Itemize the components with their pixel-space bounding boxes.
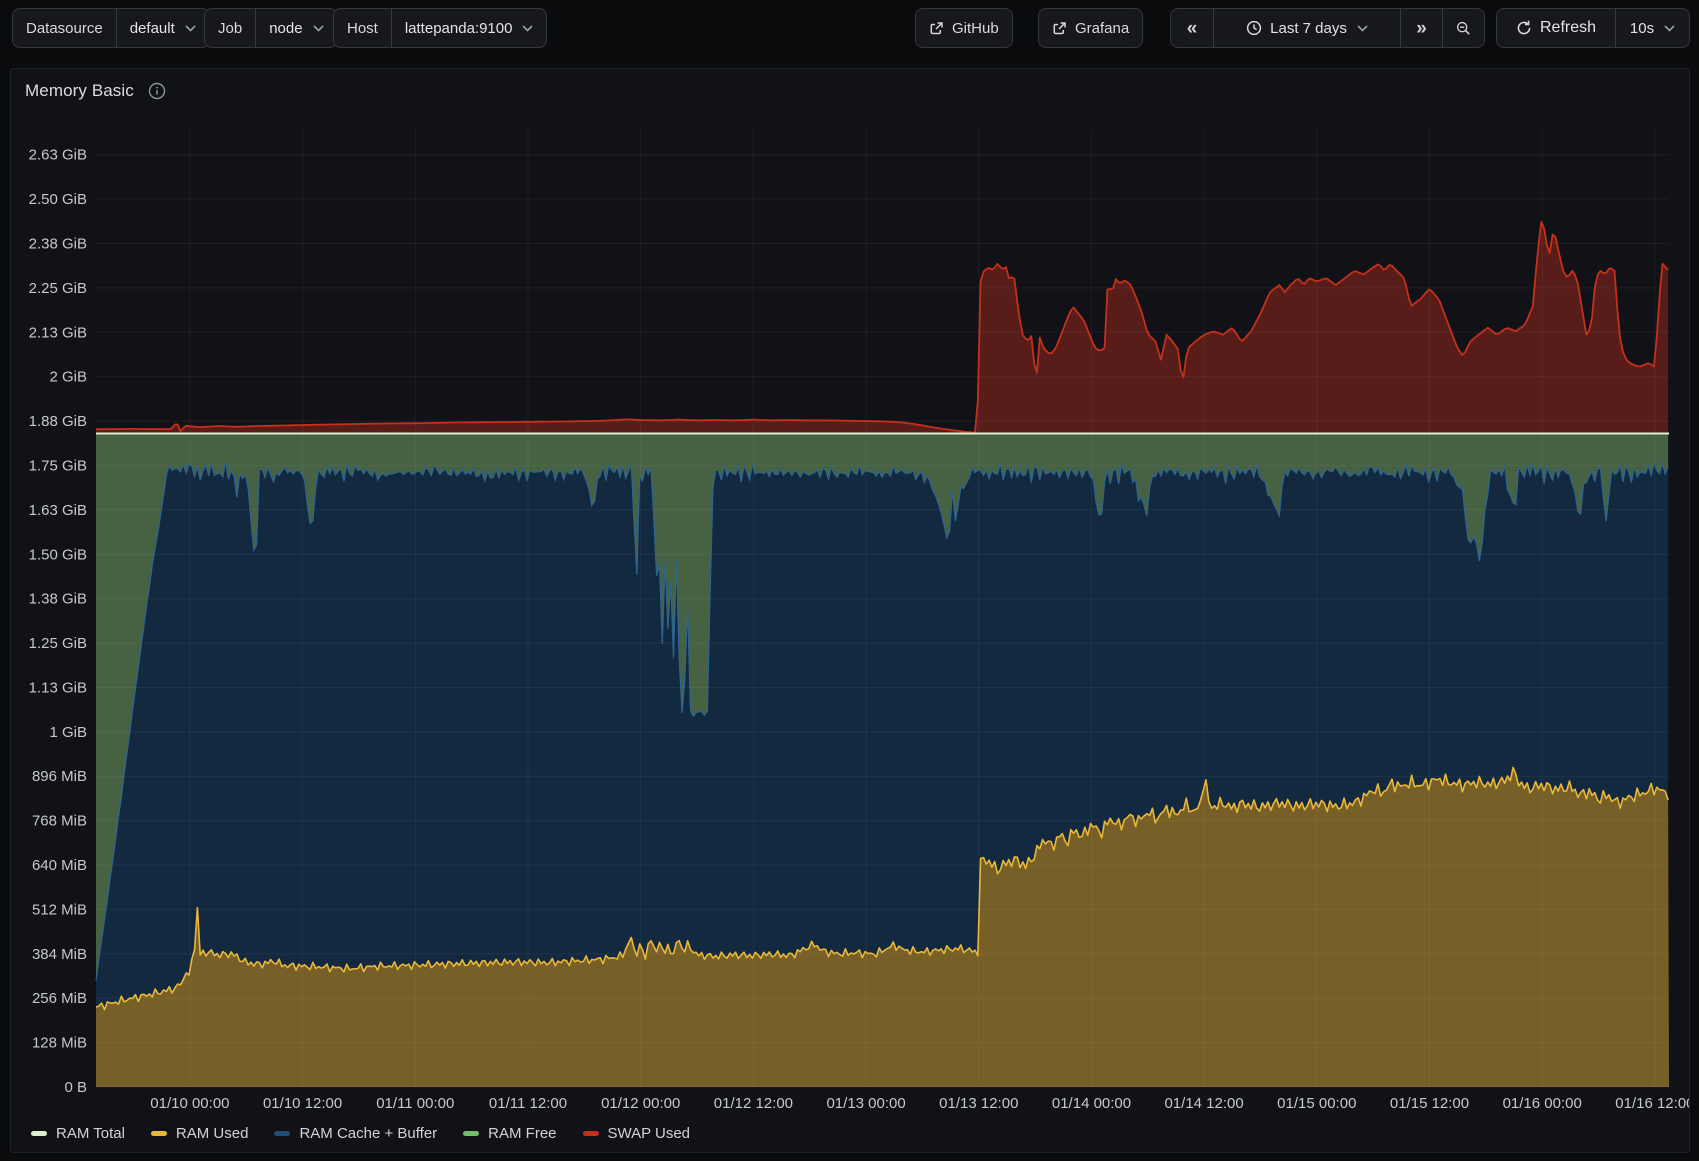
svg-text:384 MiB: 384 MiB xyxy=(32,946,87,963)
chart-legend: RAM Total RAM Used RAM Cache + Buffer RAM F… xyxy=(31,1121,690,1145)
svg-text:01/10 00:00: 01/10 00:00 xyxy=(150,1095,229,1111)
memory-chart-svg: 2.63 GiB 2.50 GiB 2.38 GiB 2.25 GiB 2.13 GiB… xyxy=(11,111,1689,1111)
time-shift-back-button[interactable]: « xyxy=(1171,9,1213,47)
variable-host-label: Host xyxy=(334,9,391,47)
variable-datasource-label: Datasource xyxy=(13,9,116,47)
legend-swatch-icon xyxy=(463,1131,479,1136)
svg-text:01/12 12:00: 01/12 12:00 xyxy=(714,1095,793,1111)
svg-text:2 GiB: 2 GiB xyxy=(49,369,87,386)
legend-label: SWAP Used xyxy=(608,1125,691,1142)
legend-swatch-icon xyxy=(151,1131,167,1136)
svg-text:1.63 GiB: 1.63 GiB xyxy=(29,502,87,519)
legend-item-ram-total[interactable]: RAM Total xyxy=(31,1125,125,1142)
svg-text:1.13 GiB: 1.13 GiB xyxy=(29,680,87,697)
panel-title: Memory Basic xyxy=(25,81,134,101)
github-link-button[interactable]: GitHub xyxy=(915,8,1013,48)
svg-text:640 MiB: 640 MiB xyxy=(32,857,87,874)
svg-text:2.25 GiB: 2.25 GiB xyxy=(29,280,87,297)
svg-text:01/12 00:00: 01/12 00:00 xyxy=(601,1095,680,1111)
svg-text:256 MiB: 256 MiB xyxy=(32,990,87,1007)
external-link-icon xyxy=(929,21,944,36)
svg-text:1 GiB: 1 GiB xyxy=(49,724,87,741)
chevron-down-icon xyxy=(185,25,196,32)
time-series-plot[interactable]: 2.63 GiB 2.50 GiB 2.38 GiB 2.25 GiB 2.13 GiB… xyxy=(11,111,1689,1111)
legend-item-swap-used[interactable]: SWAP Used xyxy=(583,1125,691,1142)
svg-text:01/15 12:00: 01/15 12:00 xyxy=(1390,1095,1469,1111)
magnifier-minus-icon xyxy=(1456,20,1471,37)
svg-text:2.38 GiB: 2.38 GiB xyxy=(29,236,87,253)
time-picker-group: « Last 7 days » xyxy=(1170,8,1485,48)
legend-item-ram-free[interactable]: RAM Free xyxy=(463,1125,556,1142)
svg-text:01/11 12:00: 01/11 12:00 xyxy=(489,1095,567,1111)
svg-text:01/14 00:00: 01/14 00:00 xyxy=(1052,1095,1131,1111)
time-range-picker[interactable]: Last 7 days xyxy=(1213,9,1400,47)
variable-datasource-select[interactable]: default xyxy=(116,9,209,47)
svg-text:01/14 12:00: 01/14 12:00 xyxy=(1164,1095,1243,1111)
svg-text:1.25 GiB: 1.25 GiB xyxy=(29,635,87,652)
chevron-down-icon xyxy=(522,25,533,32)
svg-text:01/13 12:00: 01/13 12:00 xyxy=(939,1095,1018,1111)
variable-datasource: Datasource default xyxy=(12,8,210,48)
external-link-icon xyxy=(1052,21,1067,36)
refresh-label: Refresh xyxy=(1540,19,1596,37)
svg-text:2.50 GiB: 2.50 GiB xyxy=(29,191,87,208)
refresh-group: Refresh 10s xyxy=(1496,8,1690,48)
svg-text:2.63 GiB: 2.63 GiB xyxy=(29,147,87,164)
legend-label: RAM Used xyxy=(176,1125,249,1142)
legend-swatch-icon xyxy=(274,1131,290,1136)
svg-text:2.13 GiB: 2.13 GiB xyxy=(29,324,87,341)
info-icon[interactable] xyxy=(148,82,166,100)
variable-job-select[interactable]: node xyxy=(255,9,336,47)
time-range-label: Last 7 days xyxy=(1270,20,1347,37)
refresh-button[interactable]: Refresh xyxy=(1497,9,1615,47)
chevron-down-icon xyxy=(313,25,324,32)
memory-basic-panel: Memory Basic 2.63 GiB 2.50 GiB 2.38 GiB 2.2… xyxy=(10,68,1690,1153)
variable-job: Job node xyxy=(204,8,338,48)
zoom-out-time-button[interactable] xyxy=(1442,9,1484,47)
legend-label: RAM Free xyxy=(488,1125,556,1142)
svg-text:01/10 12:00: 01/10 12:00 xyxy=(263,1095,342,1111)
refresh-interval-select[interactable]: 10s xyxy=(1615,9,1689,47)
svg-text:01/16 00:00: 01/16 00:00 xyxy=(1503,1095,1582,1111)
legend-label: RAM Total xyxy=(56,1125,125,1142)
svg-text:512 MiB: 512 MiB xyxy=(32,901,87,918)
variable-job-label: Job xyxy=(205,9,255,47)
svg-text:896 MiB: 896 MiB xyxy=(32,768,87,785)
svg-text:01/15 00:00: 01/15 00:00 xyxy=(1277,1095,1356,1111)
legend-item-ram-used[interactable]: RAM Used xyxy=(151,1125,249,1142)
chevrons-right-icon: » xyxy=(1416,19,1427,38)
dashboard-toolbar: Datasource default Job node Host lattepa… xyxy=(0,8,1699,48)
svg-text:01/16 12:00: 01/16 12:00 xyxy=(1615,1095,1689,1111)
svg-text:01/11 00:00: 01/11 00:00 xyxy=(376,1095,454,1111)
chevron-down-icon xyxy=(1664,25,1675,32)
panel-header[interactable]: Memory Basic xyxy=(25,77,166,105)
svg-text:1.75 GiB: 1.75 GiB xyxy=(29,458,87,475)
svg-text:1.50 GiB: 1.50 GiB xyxy=(29,546,87,563)
refresh-icon xyxy=(1516,20,1532,36)
svg-text:01/13 00:00: 01/13 00:00 xyxy=(826,1095,905,1111)
svg-text:1.88 GiB: 1.88 GiB xyxy=(29,413,87,430)
grafana-link-button[interactable]: Grafana xyxy=(1038,8,1143,48)
svg-text:0 B: 0 B xyxy=(64,1079,87,1096)
variable-host-select[interactable]: lattepanda:9100 xyxy=(391,9,547,47)
variable-host: Host lattepanda:9100 xyxy=(333,8,547,48)
chevron-down-icon xyxy=(1357,25,1368,32)
clock-icon xyxy=(1246,20,1262,36)
legend-swatch-icon xyxy=(583,1131,599,1136)
legend-swatch-icon xyxy=(31,1131,47,1136)
time-shift-forward-button[interactable]: » xyxy=(1400,9,1442,47)
github-link-label: GitHub xyxy=(952,20,999,37)
svg-text:128 MiB: 128 MiB xyxy=(32,1035,87,1052)
grafana-link-label: Grafana xyxy=(1075,20,1129,37)
legend-label: RAM Cache + Buffer xyxy=(299,1125,437,1142)
svg-text:768 MiB: 768 MiB xyxy=(32,813,87,830)
chevrons-left-icon: « xyxy=(1187,19,1198,38)
svg-text:1.38 GiB: 1.38 GiB xyxy=(29,591,87,608)
legend-item-ram-cache-buffer[interactable]: RAM Cache + Buffer xyxy=(274,1125,437,1142)
